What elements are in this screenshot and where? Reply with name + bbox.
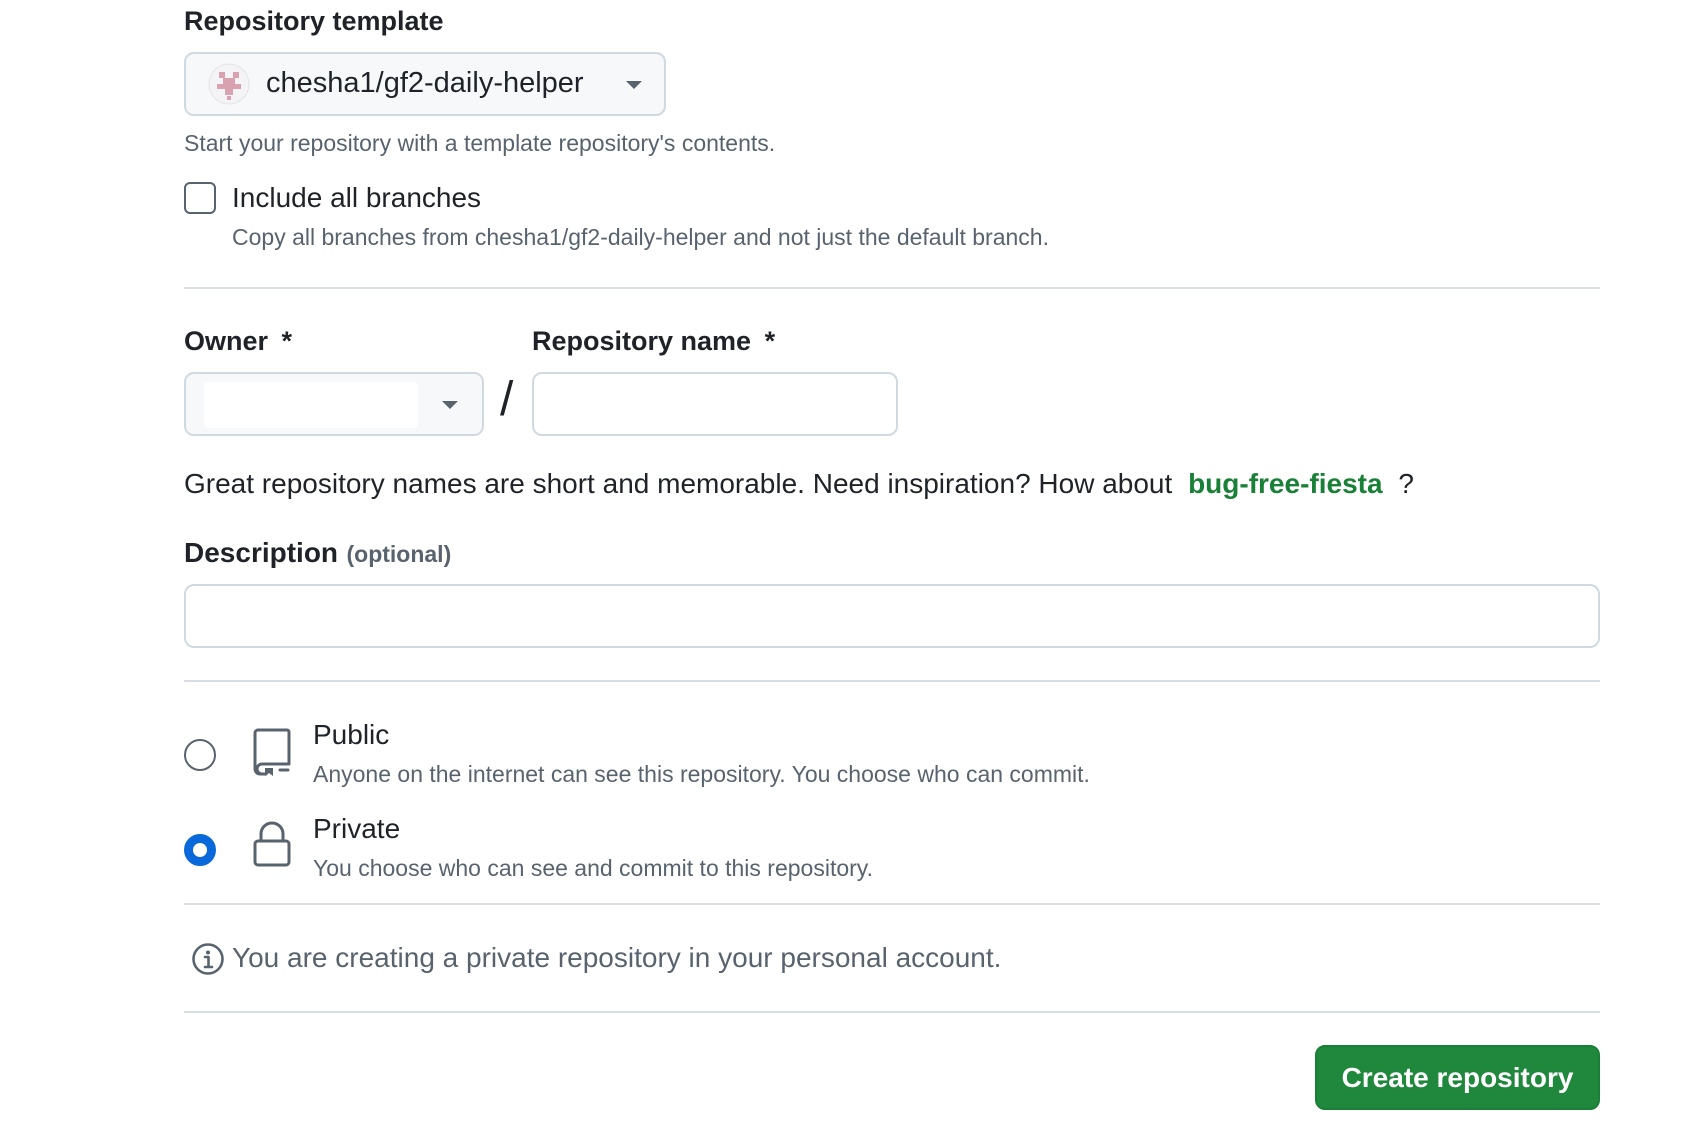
owner-select[interactable] bbox=[184, 372, 484, 436]
chevron-down-icon bbox=[442, 401, 458, 409]
template-label: Repository template bbox=[184, 6, 444, 36]
divider bbox=[184, 1011, 1600, 1013]
repo-name-input[interactable] bbox=[532, 372, 898, 436]
lock-icon bbox=[252, 820, 292, 873]
repo-icon bbox=[252, 726, 292, 781]
repo-name-label: Repository name * bbox=[532, 326, 775, 357]
owner-label: Owner * bbox=[184, 326, 292, 357]
owner-label-text: Owner bbox=[184, 326, 269, 356]
include-branches-desc: Copy all branches from chesha1/gf2-daily… bbox=[232, 224, 1049, 250]
name-hint-suffix: ? bbox=[1398, 468, 1414, 499]
divider bbox=[184, 903, 1600, 905]
private-notice-text: You are creating a private repository in… bbox=[232, 942, 1002, 973]
name-hint-text: Great repository names are short and mem… bbox=[184, 468, 1173, 499]
template-help-text: Start your repository with a template re… bbox=[184, 130, 776, 156]
required-mark: * bbox=[281, 326, 293, 356]
divider bbox=[184, 680, 1600, 682]
owner-repo-separator: / bbox=[500, 373, 514, 426]
chevron-down-icon bbox=[626, 81, 642, 89]
private-desc: You choose who can see and commit to thi… bbox=[313, 855, 873, 881]
template-owner-avatar bbox=[208, 63, 250, 105]
optional-tag: (optional) bbox=[346, 541, 452, 567]
create-repository-button[interactable]: Create repository bbox=[1315, 1045, 1600, 1110]
description-input[interactable] bbox=[184, 584, 1600, 648]
template-selected-value: chesha1/gf2-daily-helper bbox=[266, 67, 584, 99]
description-label: Description (optional) bbox=[184, 537, 451, 569]
public-radio[interactable] bbox=[184, 739, 216, 771]
public-title: Public bbox=[313, 719, 390, 750]
suggested-name-link[interactable]: bug-free-fiesta bbox=[1188, 468, 1382, 499]
include-branches-checkbox[interactable] bbox=[184, 182, 216, 214]
owner-value bbox=[204, 382, 418, 428]
template-select[interactable]: chesha1/gf2-daily-helper bbox=[184, 52, 666, 116]
divider bbox=[184, 287, 1600, 289]
repo-name-label-text: Repository name bbox=[532, 326, 752, 356]
info-icon bbox=[191, 942, 225, 981]
private-radio[interactable] bbox=[184, 834, 216, 866]
description-label-text: Description bbox=[184, 537, 339, 568]
private-title: Private bbox=[313, 813, 401, 844]
name-suggestion-hint: Great repository names are short and mem… bbox=[184, 468, 1414, 500]
required-mark: * bbox=[764, 326, 776, 356]
include-branches-label: Include all branches bbox=[232, 182, 482, 213]
public-desc: Anyone on the internet can see this repo… bbox=[313, 761, 1090, 787]
